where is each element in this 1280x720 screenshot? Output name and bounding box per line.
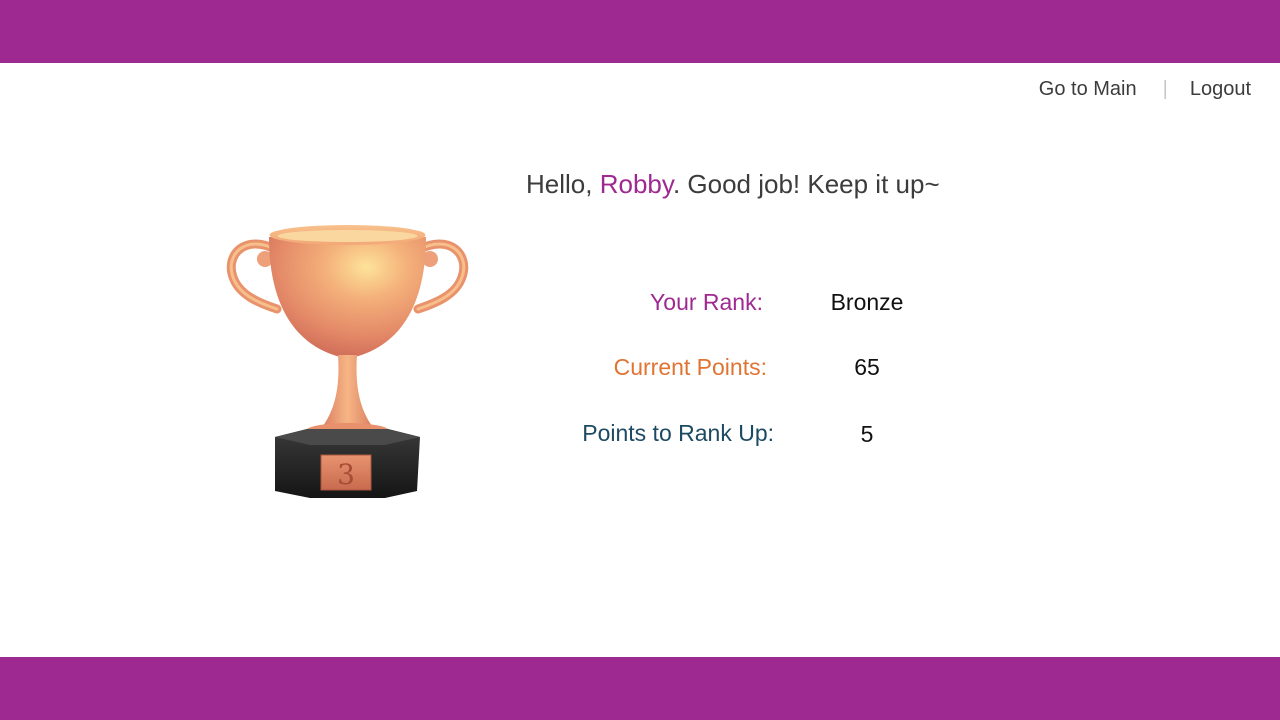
current-points-label: Current Points: xyxy=(613,354,767,380)
footer-bar xyxy=(0,657,1280,720)
greeting-prefix: Hello, xyxy=(526,169,600,199)
rank-label: Your Rank: xyxy=(650,289,763,315)
points-to-rank-up-label: Points to Rank Up: xyxy=(582,420,774,446)
current-points-value: 65 xyxy=(854,354,880,380)
user-name: Robby xyxy=(599,169,673,199)
top-nav: Go to Main | Logout xyxy=(1039,78,1251,101)
go-to-main-link[interactable]: Go to Main xyxy=(1039,78,1137,101)
rank-value: Bronze xyxy=(830,289,904,315)
logout-link[interactable]: Logout xyxy=(1190,78,1251,101)
greeting-suffix: . Good job! Keep it up~ xyxy=(672,169,940,199)
bronze-trophy-icon: 3 xyxy=(225,215,470,505)
header-bar xyxy=(0,0,1280,63)
greeting-message: Hello, Robby. Good job! Keep it up~ xyxy=(526,169,940,200)
trophy-place-number: 3 xyxy=(337,458,355,491)
nav-separator: | xyxy=(1162,78,1168,100)
points-to-rank-up-value: 5 xyxy=(860,421,874,447)
